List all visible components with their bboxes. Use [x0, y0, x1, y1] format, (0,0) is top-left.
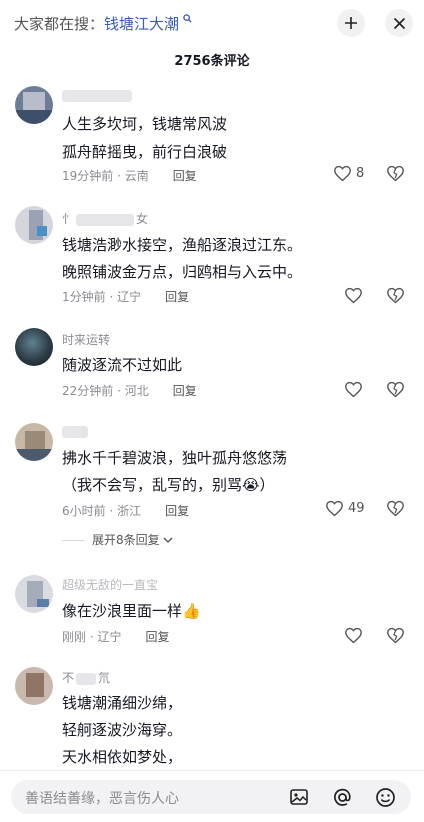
- broken-heart-icon: [387, 500, 404, 517]
- comment-text: （我不会写，乱写的，别骂😭）: [62, 476, 275, 494]
- dislike-button[interactable]: [386, 381, 405, 402]
- comment-text: 轻舸逐波沙海穿。: [62, 721, 183, 739]
- dislike-button[interactable]: [386, 287, 405, 308]
- like-button[interactable]: 8: [333, 165, 364, 182]
- dislike-button[interactable]: [386, 627, 405, 648]
- reply-button[interactable]: 回复: [145, 630, 169, 644]
- comment-text: 晚照铺波金万点，归鸥相与入云中。: [62, 263, 303, 281]
- comment-username[interactable]: [62, 424, 88, 438]
- like-button[interactable]: [344, 627, 363, 644]
- comment-input-bar: 善语结善缘，恶言伤人心: [0, 770, 424, 822]
- search-suggestion-prefix: 大家都在搜：: [14, 15, 105, 33]
- heart-icon: [345, 381, 362, 398]
- comment-time: 刚刚 · 辽宁: [62, 630, 122, 644]
- comment-input[interactable]: 善语结善缘，恶言伤人心: [11, 780, 411, 814]
- avatar[interactable]: [15, 328, 53, 366]
- comment-username[interactable]: 超级无敌的一直宝: [62, 576, 158, 593]
- comment-text: 孤舟醉摇曳，前行白浪破: [62, 143, 228, 161]
- dislike-button[interactable]: [386, 500, 405, 521]
- avatar[interactable]: [15, 667, 53, 705]
- comment-input-placeholder: 善语结善缘，恶言伤人心: [25, 791, 179, 807]
- comment-username[interactable]: 忄女: [62, 210, 148, 227]
- avatar[interactable]: [15, 86, 53, 124]
- heart-icon: [326, 500, 343, 517]
- expand-replies-label: 展开8条回复: [92, 533, 160, 547]
- comment-username[interactable]: 时来运转: [62, 331, 110, 348]
- comment-text: 钱塘浩渺水接空，渔船逐浪过江东。: [62, 236, 303, 254]
- comment-text: 拂水千千碧波浪，独叶孤舟悠悠荡: [62, 449, 288, 467]
- emoji-button[interactable]: [372, 784, 398, 810]
- avatar[interactable]: [15, 575, 53, 613]
- comment-meta: 6小时前 · 浙江 回复: [62, 502, 189, 519]
- reply-button[interactable]: 回复: [165, 504, 189, 518]
- like-button[interactable]: [344, 381, 363, 398]
- reply-button[interactable]: 回复: [173, 169, 197, 183]
- reply-button[interactable]: 回复: [173, 384, 197, 398]
- emoji-icon: [375, 787, 395, 807]
- comment-meta: 1分钟前 · 辽宁 回复: [62, 288, 189, 305]
- comment-time: 6小时前 · 浙江: [62, 504, 142, 518]
- search-icon: [179, 13, 192, 26]
- reply-button[interactable]: 回复: [165, 290, 189, 304]
- comment-username[interactable]: 不氘: [62, 669, 110, 686]
- comment-time: 1分钟前 · 辽宁: [62, 290, 142, 304]
- at-icon: [333, 788, 351, 806]
- comment-time: 22分钟前 · 河北: [62, 384, 149, 398]
- close-icon: [393, 17, 405, 29]
- close-button[interactable]: [385, 9, 413, 37]
- image-icon: [290, 789, 308, 805]
- comment-time: 19分钟前 · 云南: [62, 169, 149, 183]
- avatar[interactable]: [15, 423, 53, 461]
- expand-replies-button[interactable]: 展开8条回复: [62, 531, 173, 548]
- comment-meta: 刚刚 · 辽宁 回复: [62, 628, 169, 645]
- top-bar: 大家都在搜：钱塘江大潮: [0, 0, 424, 46]
- heart-icon: [345, 627, 362, 644]
- comment-meta: 19分钟前 · 云南 回复: [62, 167, 197, 184]
- like-count: 49: [348, 501, 365, 516]
- like-button[interactable]: 49: [325, 500, 365, 517]
- search-suggestion-keyword[interactable]: 钱塘江大潮: [104, 15, 179, 33]
- like-count: 8: [356, 166, 365, 181]
- comment-text: 像在沙浪里面一样👍: [62, 602, 201, 620]
- comment-meta: 22分钟前 · 河北 回复: [62, 382, 197, 399]
- image-button[interactable]: [286, 784, 312, 810]
- search-suggestion[interactable]: 大家都在搜：钱塘江大潮: [14, 13, 192, 34]
- comment-username[interactable]: [62, 88, 132, 102]
- comment-text: 随波逐流不过如此: [62, 356, 183, 374]
- chevron-down-icon: [163, 537, 173, 543]
- broken-heart-icon: [387, 627, 404, 644]
- like-button[interactable]: [344, 287, 363, 304]
- collapse-icon: [345, 17, 357, 29]
- heart-icon: [345, 287, 362, 304]
- comment-text: 钱塘潮涌细沙绵，: [62, 694, 183, 712]
- mention-button[interactable]: [329, 784, 355, 810]
- avatar[interactable]: [15, 206, 53, 244]
- dislike-button[interactable]: [386, 165, 405, 186]
- comment-text: 人生多坎坷，钱塘常风波: [62, 115, 228, 133]
- comment-text: 天水相依如梦处，: [62, 748, 183, 766]
- divider-line: [62, 540, 84, 541]
- broken-heart-icon: [387, 381, 404, 398]
- comment-count: 2756条评论: [174, 54, 250, 69]
- broken-heart-icon: [387, 287, 404, 304]
- heart-icon: [334, 165, 351, 182]
- collapse-button[interactable]: [337, 9, 365, 37]
- broken-heart-icon: [387, 165, 404, 182]
